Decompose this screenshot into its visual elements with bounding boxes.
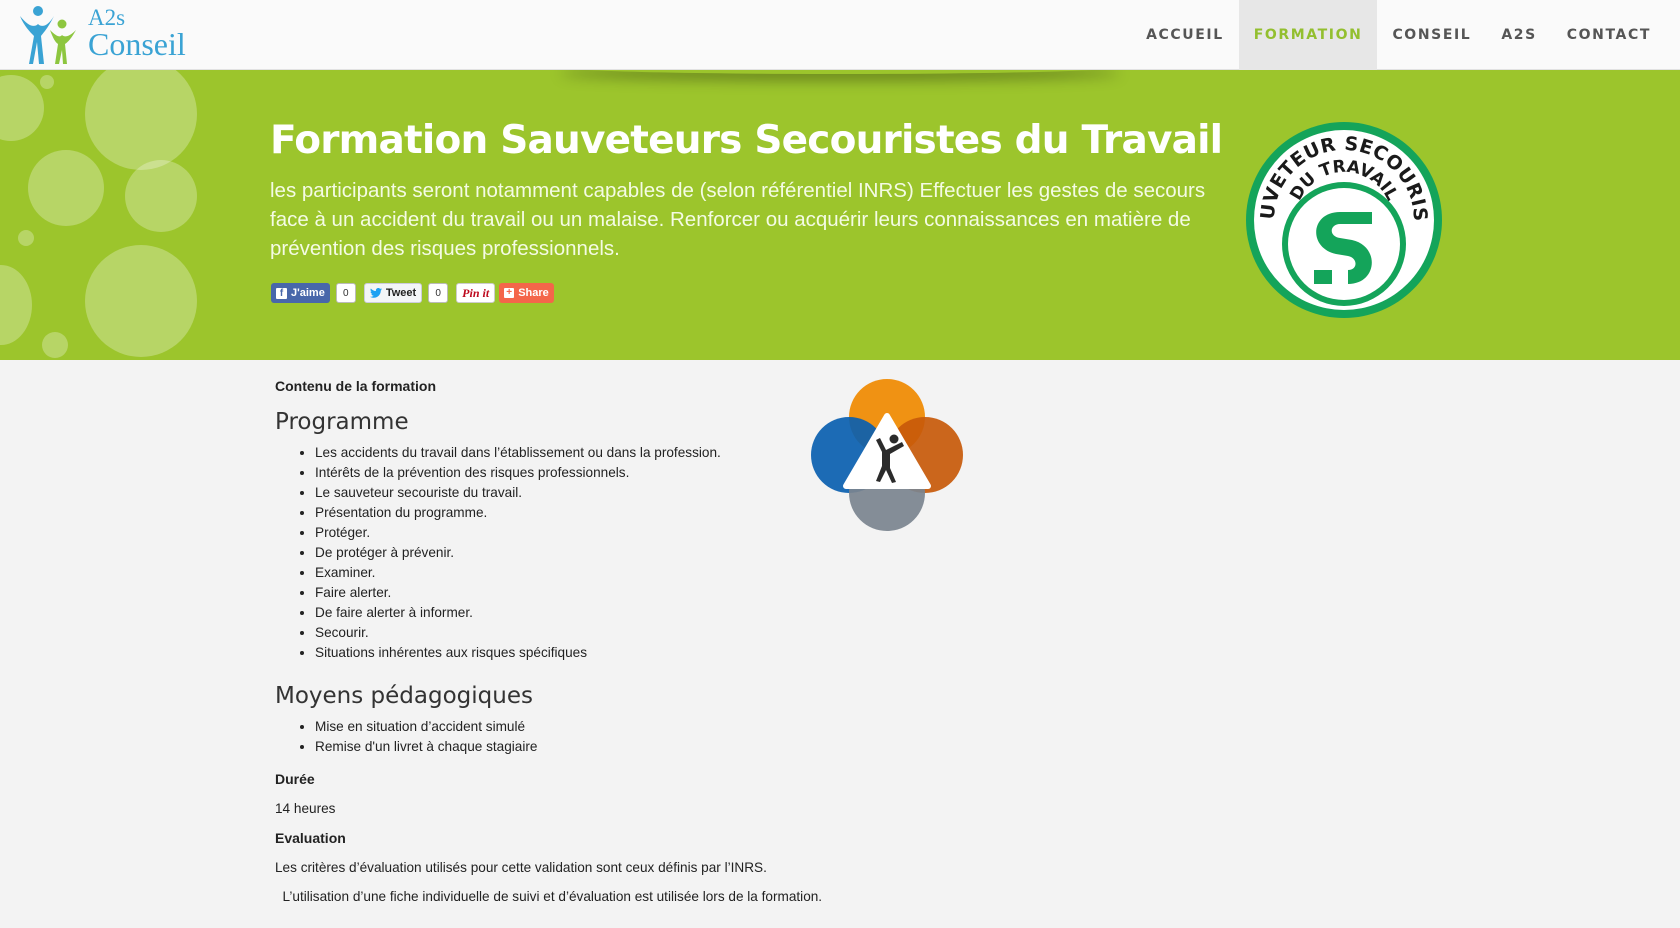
hero-shadow — [560, 70, 1120, 74]
nav-item-a2s[interactable]: A2S — [1486, 0, 1551, 70]
evaluation-text-2: L’utilisation d’une fiche individuelle d… — [275, 889, 823, 904]
tweet-button[interactable]: Tweet — [363, 283, 423, 303]
main-nav: ACCUEIL FORMATION CONSEIL A2S CONTACT — [1131, 0, 1666, 70]
sst-badge-logo: SAUVETEUR SECOURISTE DU TRAVAIL — [1244, 120, 1442, 318]
share-buttons: f J'aime 0 Tweet 0 Pin it + Share — [271, 283, 554, 303]
evaluation-text: Les critères d’évaluation utilisés pour … — [275, 860, 767, 875]
duree-label: Durée — [275, 771, 315, 787]
evaluation-label: Evaluation — [275, 830, 346, 846]
nav-item-contact[interactable]: CONTACT — [1552, 0, 1666, 70]
decor-bubble — [40, 75, 54, 89]
decor-bubble — [42, 332, 68, 358]
tweet-count: 0 — [428, 283, 449, 303]
decor-bubble — [85, 70, 197, 170]
navbar: A2s Conseil ACCUEIL FORMATION CONSEIL A2… — [0, 0, 1680, 70]
share-button[interactable]: + Share — [499, 283, 554, 303]
list-item: Faire alerter. — [315, 583, 1075, 603]
hero-lead: les participants seront notamment capabl… — [270, 179, 1206, 260]
list-item: De protéger à prévenir. — [315, 543, 1075, 563]
decor-bubble — [125, 160, 197, 232]
page-title: Formation Sauveteurs Secouristes du Trav… — [270, 118, 1223, 163]
moyens-list: Mise en situation d’accident simulé Remi… — [275, 717, 1075, 757]
list-item: De faire alerter à informer. — [315, 603, 1075, 623]
tweet-label: Tweet — [385, 287, 417, 299]
hero-banner: Formation Sauveteurs Secouristes du Trav… — [0, 70, 1680, 360]
moyens-heading: Moyens pédagogiques — [275, 683, 533, 709]
decor-bubble — [0, 75, 44, 141]
share-label: Share — [518, 287, 549, 299]
decor-bubble — [18, 230, 34, 246]
list-item: Situations inhérentes aux risques spécif… — [315, 643, 1075, 663]
pinterest-button[interactable]: Pin it — [456, 283, 496, 303]
list-item: Remise d'un livret à chaque stagiaire — [315, 737, 1075, 757]
twitter-bird-icon — [369, 288, 382, 298]
facebook-icon: f — [276, 287, 287, 299]
nav-item-formation[interactable]: FORMATION — [1238, 0, 1378, 70]
decor-bubble — [28, 150, 104, 226]
nav-item-conseil[interactable]: CONSEIL — [1377, 0, 1486, 70]
facebook-like-button[interactable]: f J'aime — [271, 283, 330, 303]
list-item: Examiner. — [315, 563, 1075, 583]
prevention-illustration — [811, 379, 963, 531]
facebook-like-count: 0 — [335, 283, 356, 303]
logo-line2: Conseil — [88, 26, 186, 62]
duree-value: 14 heures — [275, 801, 336, 816]
list-item: Mise en situation d’accident simulé — [315, 717, 1075, 737]
logo-figures-icon — [20, 6, 76, 64]
site-logo[interactable]: A2s Conseil — [14, 2, 194, 68]
nav-item-accueil[interactable]: ACCUEIL — [1131, 0, 1239, 70]
plus-icon: + — [504, 288, 515, 298]
list-item: Secourir. — [315, 623, 1075, 643]
decor-bubble — [0, 265, 32, 345]
facebook-like-label: J'aime — [291, 287, 325, 299]
decor-bubble — [85, 245, 197, 357]
